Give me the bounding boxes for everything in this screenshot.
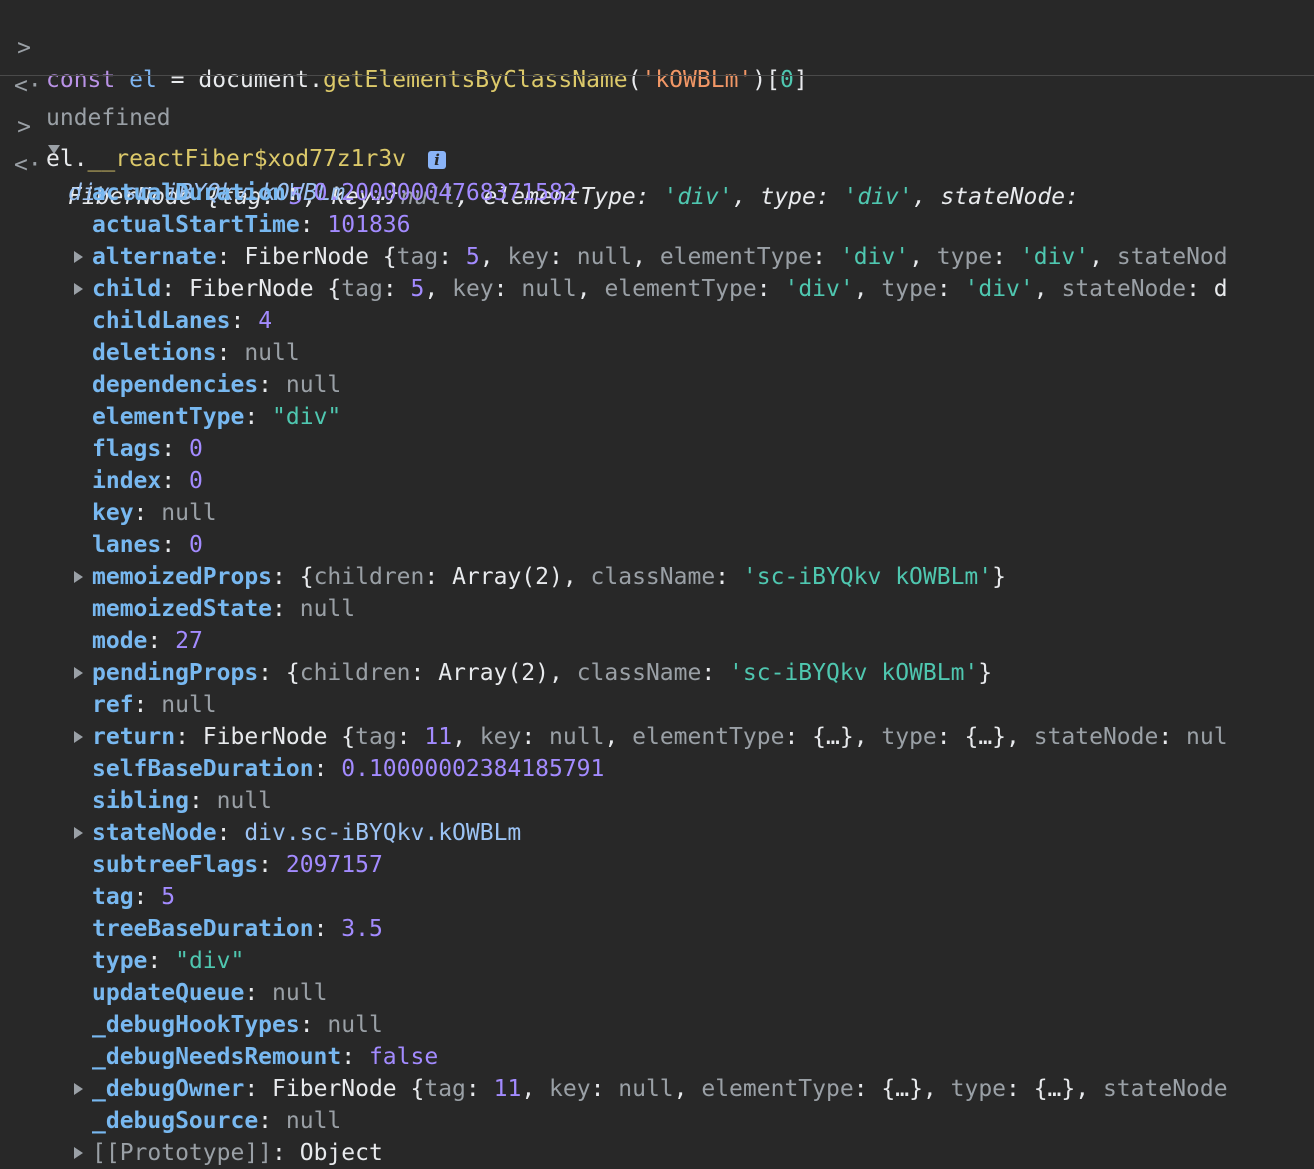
- property-value: 0: [188, 436, 203, 462]
- property-key: mode: [92, 628, 148, 654]
- property-key: child: [92, 276, 162, 302]
- property-key: _debugOwner: [92, 1076, 245, 1102]
- property-value: 2097157: [285, 852, 383, 878]
- property-value: null: [285, 1108, 342, 1134]
- property-value: 0.20000004768371582: [313, 180, 577, 206]
- info-icon[interactable]: i: [428, 151, 446, 169]
- property-key: childLanes: [92, 308, 231, 334]
- property-value: null: [299, 596, 356, 622]
- expand-triangle-icon[interactable]: [74, 1083, 83, 1095]
- property-key: memoizedProps: [92, 564, 273, 590]
- console-result-line-1: <· undefined: [0, 38, 171, 131]
- input-code: const el = document.getElementsByClassNa…: [46, 67, 808, 93]
- property-key: ref: [92, 692, 134, 718]
- expand-triangle-icon[interactable]: [74, 731, 83, 743]
- fibernode-summary-line-2: div.sc-iBYQkv.kOWBLm, …}: [68, 180, 401, 206]
- property-key: treeBaseDuration: [92, 916, 314, 942]
- property-value: Object: [299, 1140, 383, 1166]
- property-key: memoizedState: [92, 596, 273, 622]
- property-value: FiberNode {tag: 11, key: null, elementTy…: [272, 1076, 1228, 1102]
- property-key: [[Prototype]]: [92, 1140, 273, 1166]
- property-value: null: [327, 1012, 383, 1038]
- property-key: elementType: [92, 404, 245, 430]
- property-key: _debugSource: [92, 1108, 259, 1134]
- property-key: actualStartTime: [92, 212, 300, 238]
- expand-triangle-icon[interactable]: [74, 283, 83, 295]
- expand-triangle-icon[interactable]: [74, 667, 83, 679]
- property-key: flags: [92, 436, 162, 462]
- property-value: 0: [188, 468, 203, 494]
- property-value: div.sc-iBYQkv.kOWBLm: [244, 820, 522, 846]
- property-value: {children: Array(2), className: 'sc-iBYQ…: [285, 660, 993, 686]
- console-input-line-1[interactable]: > const el = document.getElementsByClass…: [0, 0, 808, 93]
- property-value: FiberNode {tag: 5, key: null, elementTyp…: [188, 276, 1228, 302]
- property-value: 27: [175, 628, 203, 654]
- property-value: FiberNode {tag: 5, key: null, elementTyp…: [244, 244, 1228, 270]
- property-key: key: [92, 500, 134, 526]
- property-value: 4: [258, 308, 273, 334]
- property-key: actualDuration: [92, 180, 286, 206]
- property-key: selfBaseDuration: [92, 756, 314, 782]
- property-value: "div": [272, 404, 342, 430]
- property-value: 5: [161, 884, 176, 910]
- property-value: 0.10000002384185791: [341, 756, 605, 782]
- property-key: alternate: [92, 244, 217, 270]
- property-value: null: [216, 788, 273, 814]
- property-key: dependencies: [92, 372, 259, 398]
- devtools-console: > const el = document.getElementsByClass…: [0, 0, 1314, 1168]
- property-key: deletions: [92, 340, 217, 366]
- property-key: sibling: [92, 788, 189, 814]
- property-key: updateQueue: [92, 980, 245, 1006]
- property-value: null: [285, 372, 342, 398]
- property-key: index: [92, 468, 162, 494]
- property-value: 0: [188, 532, 203, 558]
- property-value: null: [161, 500, 217, 526]
- property-key: pendingProps: [92, 660, 259, 686]
- input-code: el.__reactFiber$xod77z1r3v: [46, 146, 407, 172]
- console-input-line-2[interactable]: > el.__reactFiber$xod77z1r3v: [0, 79, 406, 172]
- property-value: false: [368, 1044, 439, 1070]
- property-key: _debugHookTypes: [92, 1012, 300, 1038]
- property-value: "div": [175, 948, 245, 974]
- property-value: null: [244, 340, 300, 366]
- property-key: stateNode: [92, 820, 217, 846]
- result-value: undefined: [46, 105, 171, 131]
- console-separator: [0, 75, 1314, 76]
- expand-triangle-icon[interactable]: [74, 251, 83, 263]
- property-value: {children: Array(2), className: 'sc-iBYQ…: [299, 564, 1006, 590]
- expand-triangle-icon[interactable]: [74, 571, 83, 583]
- property-value: 101836: [327, 212, 411, 238]
- property-value: null: [161, 692, 217, 718]
- property-key: lanes: [92, 532, 162, 558]
- property-key: type: [92, 948, 148, 974]
- property-key: _debugNeedsRemount: [92, 1044, 342, 1070]
- property-key: tag: [92, 884, 134, 910]
- property-value: FiberNode {tag: 11, key: null, elementTy…: [202, 724, 1228, 750]
- expand-triangle-icon[interactable]: [74, 827, 83, 839]
- property-key: return: [92, 724, 176, 750]
- expand-triangle-icon[interactable]: [74, 1147, 83, 1159]
- property-value: 3.5: [341, 916, 383, 942]
- property-value: null: [272, 980, 328, 1006]
- property-key: subtreeFlags: [92, 852, 259, 878]
